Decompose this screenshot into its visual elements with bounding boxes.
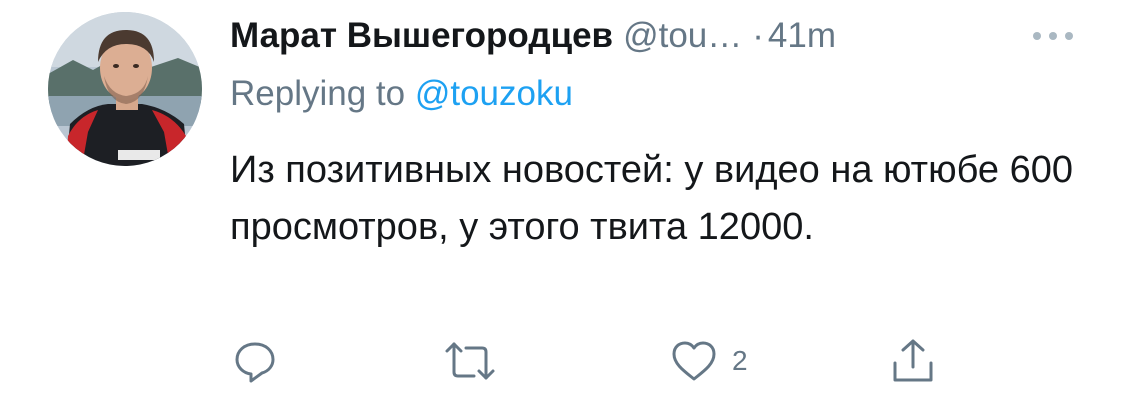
tweet-header: Марат Вышегородцев @tou… · 41m (230, 12, 1090, 60)
more-icon[interactable] (1030, 12, 1076, 60)
reply-button[interactable] (232, 336, 278, 386)
replying-prefix: Replying to (230, 74, 415, 113)
tweet-actions: 2 (230, 336, 950, 386)
reply-icon (232, 338, 278, 384)
like-icon (670, 338, 718, 384)
replying-to: Replying to @touzoku (230, 70, 573, 118)
like-count: 2 (732, 345, 748, 376)
tweet-time[interactable]: 41m (768, 16, 836, 55)
retweet-icon (444, 338, 496, 384)
share-icon (890, 337, 936, 385)
avatar[interactable] (48, 12, 202, 166)
retweet-button[interactable] (444, 336, 496, 386)
tweet[interactable]: Марат Вышегородцев @tou… · 41m Replying to … (0, 0, 1125, 416)
share-button[interactable] (890, 336, 936, 386)
like-button[interactable]: 2 (670, 336, 748, 386)
author-name[interactable]: Марат Вышегородцев (230, 16, 613, 55)
replying-handle-link[interactable]: @touzoku (415, 74, 573, 113)
tweet-text: Из позитивных новостей: у видео на ютюбе… (230, 149, 1074, 248)
author-handle[interactable]: @tou… (623, 16, 742, 55)
separator-dot: · (752, 16, 764, 55)
